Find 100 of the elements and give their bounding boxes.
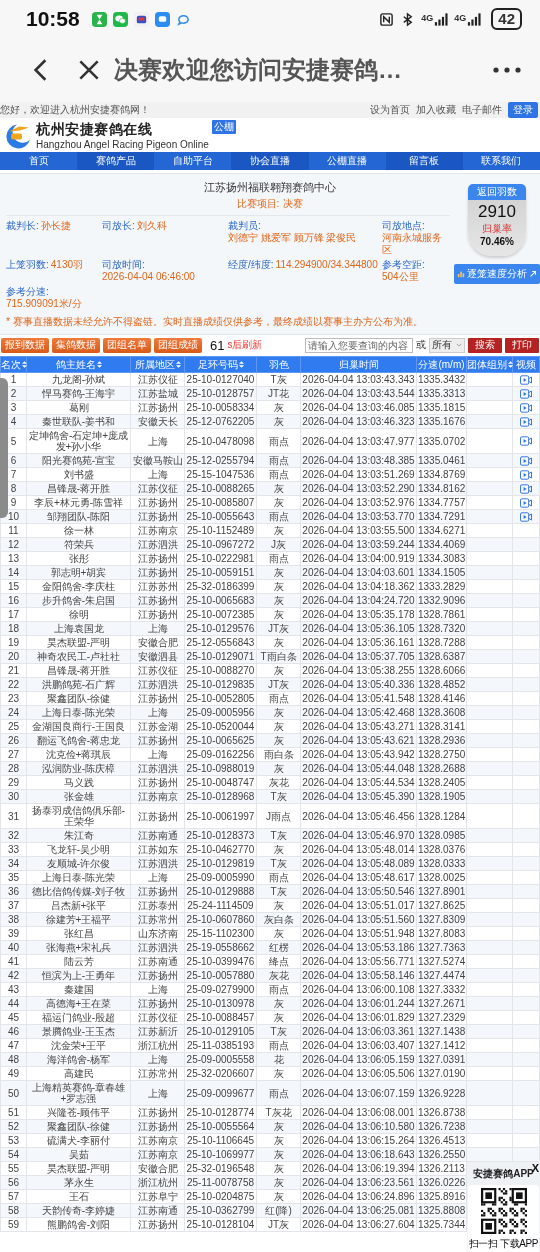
video-icon[interactable]: [520, 436, 532, 446]
region-cell: 江苏扬州: [130, 1105, 185, 1120]
nav-item[interactable]: 协会直播: [231, 152, 309, 170]
top-link[interactable]: 设为首页: [370, 103, 410, 117]
arrival-time-cell: 2026-04-04 13:06:03.407: [300, 1038, 417, 1053]
owner-cell: 扬泰羽成信鸽俱乐部-王荣华: [26, 803, 131, 829]
speed-cell: 1326.4513: [416, 1133, 467, 1148]
region-cell: 江苏金湖: [130, 719, 185, 734]
video-icon[interactable]: [520, 455, 532, 466]
column-header[interactable]: 名次: [0, 356, 27, 373]
nav-item[interactable]: 赛鸽产品: [77, 152, 155, 170]
owner-cell: 张红昌: [26, 926, 131, 941]
rank-cell: 51: [0, 1105, 27, 1120]
login-button[interactable]: 登录: [508, 102, 538, 118]
column-header[interactable]: 鸽主姓名: [26, 356, 131, 373]
rank-cell: 37: [0, 898, 27, 913]
arrival-time-cell: 2026-04-04 13:06:19.394: [300, 1161, 417, 1176]
region-cell: 江苏阜宁: [130, 1189, 185, 1204]
data-button[interactable]: 集鸽数据: [52, 337, 100, 353]
search-button[interactable]: 搜索: [468, 337, 502, 353]
rank-cell: 57: [0, 1189, 27, 1204]
side-handle[interactable]: [0, 378, 8, 518]
info-value: 114.294900/34.344800: [275, 259, 378, 271]
ring-number-cell: 25-09-0279900: [184, 982, 257, 997]
video-icon[interactable]: [520, 511, 532, 522]
ring-number-cell: 25-11-0385193: [184, 1038, 257, 1053]
rank-cell: 59: [0, 1217, 27, 1232]
analysis-button[interactable]: 逐笼速度分析: [454, 264, 540, 284]
info-value: 刘久科: [136, 220, 167, 232]
video-icon[interactable]: [520, 497, 532, 508]
video-icon[interactable]: [520, 483, 532, 494]
top-link[interactable]: 加入收藏: [416, 103, 456, 117]
column-header[interactable]: 分速(m/m): [416, 356, 467, 373]
region-cell: 上海: [130, 870, 185, 885]
owner-cell: 吕杰新+张平: [26, 898, 131, 913]
nav-item[interactable]: 公棚直播: [308, 152, 386, 170]
loft-badge: 公棚: [211, 120, 236, 134]
plumage-cell: 灰: [256, 842, 301, 857]
info-value: 河南永城服务区: [382, 232, 443, 256]
column-header[interactable]: 团体组别: [466, 356, 513, 373]
column-header[interactable]: 所属地区: [130, 356, 185, 373]
top-link[interactable]: 电子邮件: [462, 103, 502, 117]
ring-number-cell: 25-24-1114509: [184, 898, 257, 913]
owner-cell: 昊杰联盟-严明: [26, 1161, 131, 1176]
column-header[interactable]: 足环号码: [184, 356, 257, 373]
arrival-time-cell: 2026-04-04 13:06:01.829: [300, 1010, 417, 1025]
rank-cell: 13: [0, 551, 27, 566]
column-header[interactable]: 视频: [512, 356, 540, 373]
arrival-time-cell: 2026-04-04 13:05:43.942: [300, 747, 417, 762]
nav-item[interactable]: 自助平台: [154, 152, 232, 170]
speed-cell: 1327.8083: [416, 926, 467, 941]
info-label: 司放地点:: [382, 220, 425, 232]
rank-cell: 23: [0, 691, 27, 706]
region-cell: 江苏如东: [130, 842, 185, 857]
nav-item[interactable]: 留言板: [385, 152, 463, 170]
owner-cell: 福运门鸽业-殷超: [26, 1010, 131, 1025]
print-button[interactable]: 打印: [505, 337, 539, 353]
speed-cell: 1328.4146: [416, 691, 467, 706]
video-icon[interactable]: [520, 469, 532, 480]
rank-cell: 29: [0, 775, 27, 790]
more-icon[interactable]: [490, 66, 524, 74]
speed-cell: 1327.3332: [416, 982, 467, 997]
video-icon[interactable]: [520, 374, 532, 385]
arrival-time-cell: 2026-04-04 13:03:43.343: [300, 372, 417, 387]
bar-chart-icon: [457, 270, 465, 278]
region-cell: 江苏常州: [130, 1066, 185, 1081]
owner-cell: 马义践: [26, 775, 131, 790]
data-button[interactable]: 团组成绩: [154, 337, 202, 353]
ring-number-cell: 25-10-0222981: [184, 551, 257, 566]
owner-cell: 金阳鸽舍-李庆柱: [26, 579, 131, 594]
sort-icon: [175, 360, 181, 368]
region-cell: 山东济南: [130, 926, 185, 941]
arrival-time-cell: 2026-04-04 13:05:44.534: [300, 775, 417, 790]
ring-number-cell: 25-32-0186399: [184, 579, 257, 594]
arrival-time-cell: 2026-04-04 13:03:51.269: [300, 467, 417, 482]
column-header[interactable]: 羽色: [256, 356, 301, 373]
region-cell: 上海: [130, 747, 185, 762]
column-header[interactable]: 归巢时间: [300, 356, 417, 373]
arrival-time-cell: 2026-04-04 13:03:47.977: [300, 428, 417, 454]
rank-cell: 55: [0, 1161, 27, 1176]
info-label: 参考空距:: [382, 259, 425, 271]
ring-number-cell: 25-10-1152489: [184, 523, 257, 538]
arrival-time-cell: 2026-04-04 13:04:00.919: [300, 551, 417, 566]
video-icon[interactable]: [520, 402, 532, 413]
data-button[interactable]: 报到数据: [1, 337, 49, 353]
rank-cell: 39: [0, 926, 27, 941]
plumage-cell: J雨点: [256, 803, 301, 829]
filter-dropdown[interactable]: 所有: [429, 337, 465, 353]
search-field[interactable]: 请输入您要查询的内容: [305, 337, 413, 353]
data-button[interactable]: 团组名单: [103, 337, 151, 353]
plumage-cell: 雨点: [256, 551, 301, 566]
ring-number-cell: 25-10-0085807: [184, 495, 257, 510]
speed-cell: 1326.8738: [416, 1105, 467, 1120]
arrival-time-cell: 2026-04-04 13:05:43.271: [300, 719, 417, 734]
nav-item[interactable]: 首页: [0, 152, 78, 170]
arrival-time-cell: 2026-04-04 13:06:07.159: [300, 1080, 417, 1106]
video-icon[interactable]: [520, 388, 532, 399]
owner-cell: 沈克俭+蒋琪辰: [26, 747, 131, 762]
nav-item[interactable]: 联系我们: [462, 152, 540, 170]
video-icon[interactable]: [520, 416, 532, 427]
